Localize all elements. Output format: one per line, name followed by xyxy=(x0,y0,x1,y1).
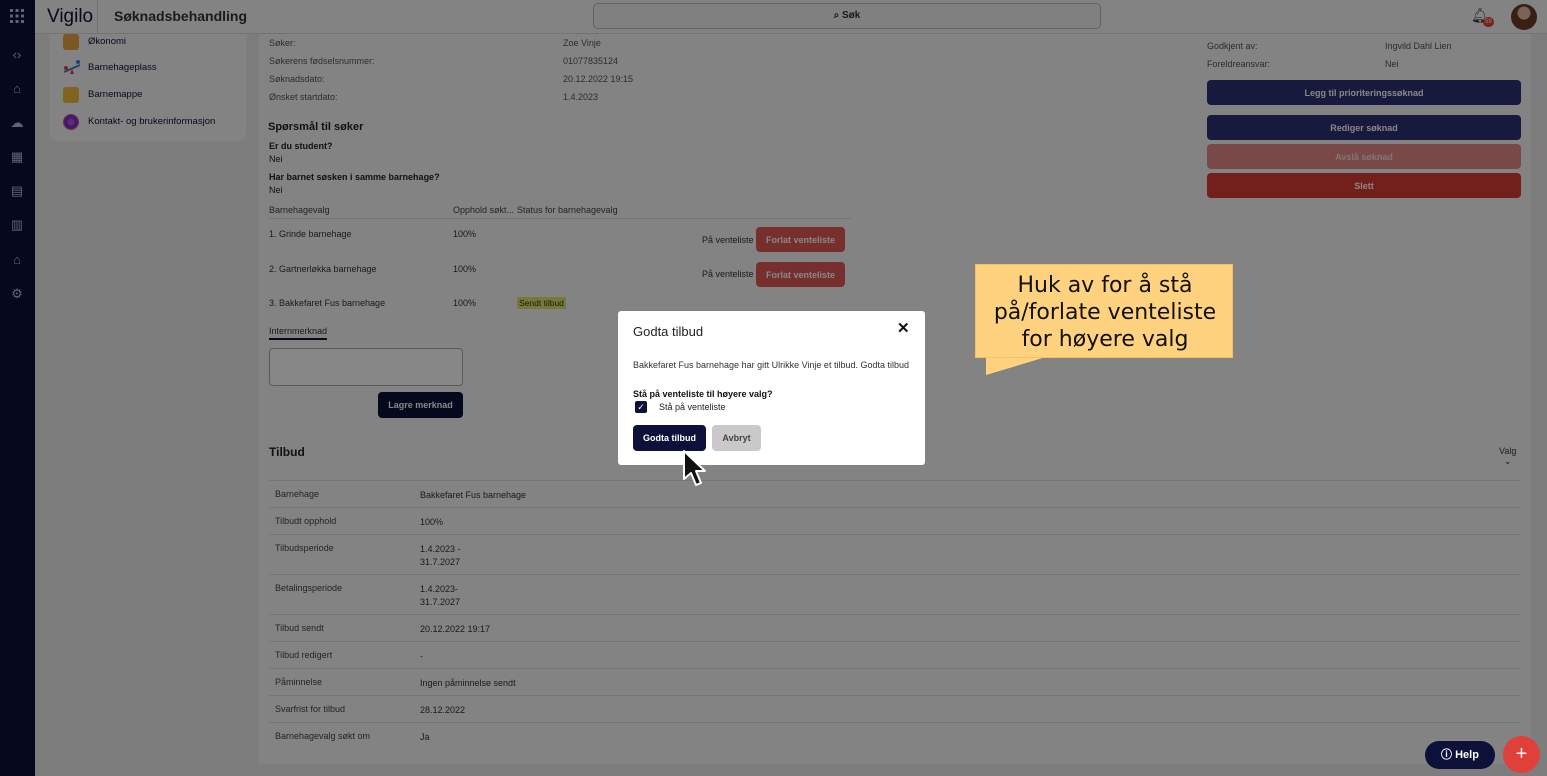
callout-text: Huk av for å stå på/forlate venteliste f… xyxy=(976,272,1234,353)
callout-pointer xyxy=(986,357,1046,375)
callout-line: Huk av for å stå xyxy=(1017,273,1193,298)
dialog-question: Stå på venteliste til høyere valg? xyxy=(633,389,773,399)
help-label: Help xyxy=(1455,749,1479,761)
close-icon[interactable]: ✕ xyxy=(897,319,910,337)
question-circle-icon: ⓘ xyxy=(1441,749,1453,761)
annotation-callout: Huk av for å stå på/forlate venteliste f… xyxy=(975,264,1233,358)
cancel-button[interactable]: Avbryt xyxy=(712,425,761,451)
callout-line: for høyere valg xyxy=(1021,327,1189,352)
waitlist-checkbox[interactable]: ✓ xyxy=(635,401,647,413)
mouse-cursor-icon xyxy=(683,450,706,486)
plus-icon: + xyxy=(1515,743,1528,765)
waitlist-checkbox-label[interactable]: Stå på venteliste xyxy=(659,402,726,412)
dialog-message: Bakkefaret Fus barnehage har gitt Ulrikk… xyxy=(633,360,909,370)
dialog-title: Godta tilbud xyxy=(633,324,704,339)
help-button[interactable]: ⓘ Help xyxy=(1425,741,1495,769)
accept-offer-dialog: Godta tilbud ✕ Bakkefaret Fus barnehage … xyxy=(618,311,925,465)
callout-line: på/forlate venteliste xyxy=(993,300,1217,325)
accept-offer-button[interactable]: Godta tilbud xyxy=(633,425,706,451)
add-button[interactable]: + xyxy=(1503,736,1540,773)
